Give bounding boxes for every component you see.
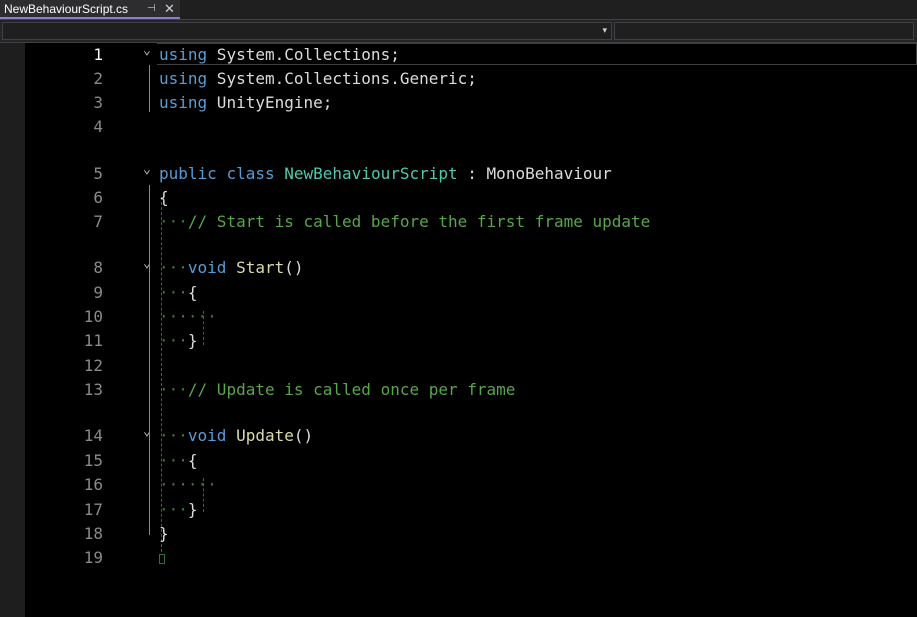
- whitespace-marker: ···: [159, 426, 188, 445]
- code-editor[interactable]: 1 ⌄ 2 3 4 5 ⌄ 6 7 8 ⌄ 9 10 11 12 13 14 ⌄ 15 16 17 18 19 using …: [25, 43, 917, 617]
- end-of-file-marker: [159, 554, 165, 564]
- code-text: }: [187, 500, 198, 519]
- whitespace-marker: ······: [159, 475, 217, 494]
- member-dropdown[interactable]: [614, 22, 914, 40]
- keyword: void: [187, 258, 227, 277]
- selection-margin: [0, 43, 25, 617]
- type-dropdown[interactable]: ▾: [2, 22, 612, 40]
- comment: // Update is called once per frame: [187, 380, 516, 399]
- base-class-name: MonoBehaviour: [486, 164, 612, 183]
- line-number: 4: [93, 117, 103, 136]
- code-line: ···}: [25, 498, 917, 522]
- whitespace-marker: ···: [159, 331, 188, 350]
- class-name: NewBehaviourScript: [284, 164, 458, 183]
- code-text: {: [187, 283, 198, 302]
- code-text: (): [293, 426, 314, 445]
- code-text: }: [159, 524, 169, 543]
- method-name: Start: [226, 258, 285, 277]
- keyword: using: [159, 69, 208, 88]
- code-line: using UnityEngine;: [25, 91, 917, 115]
- code-line: ···// Update is called once per frame: [25, 378, 917, 402]
- code-line: public class NewBehaviourScript : MonoBe…: [25, 162, 917, 186]
- code-line: using System.Collections;: [25, 43, 917, 67]
- code-line: ···}: [25, 329, 917, 353]
- code-line: ···{: [25, 281, 917, 305]
- whitespace-marker: ······: [159, 307, 217, 326]
- code-text: (): [284, 258, 304, 277]
- method-name: Update: [226, 426, 294, 445]
- navigation-bar: ▾: [0, 20, 917, 43]
- whitespace-marker: ···: [159, 212, 188, 231]
- close-icon[interactable]: ✕: [164, 1, 175, 17]
- code-line: ···void Start(): [25, 256, 917, 280]
- code-text: System.Collections.Generic;: [207, 69, 477, 88]
- code-line: }: [25, 522, 917, 546]
- line-number: 19: [83, 548, 103, 567]
- code-text: {: [159, 188, 169, 207]
- keyword: public: [159, 164, 217, 183]
- whitespace-marker: ···: [159, 258, 188, 277]
- tab-title: NewBehaviourScript.cs: [4, 2, 129, 16]
- code-line: ···// Start is called before the first f…: [25, 210, 917, 234]
- whitespace-marker: ···: [159, 283, 188, 302]
- whitespace-marker: ···: [159, 500, 188, 519]
- line-number: 12: [83, 356, 103, 375]
- code-line: ······: [25, 305, 917, 329]
- code-line: using System.Collections.Generic;: [25, 67, 917, 91]
- keyword: using: [159, 93, 208, 112]
- code-line: {: [25, 186, 917, 210]
- keyword: using: [159, 45, 208, 64]
- code-text: UnityEngine;: [207, 93, 333, 112]
- keyword: class: [226, 164, 275, 183]
- code-text: System.Collections;: [207, 45, 400, 64]
- comment: // Start is called before the first fram…: [187, 212, 651, 231]
- code-line: ···{: [25, 449, 917, 473]
- code-text: }: [187, 331, 198, 350]
- whitespace-marker: ···: [159, 380, 188, 399]
- keyword: void: [187, 426, 227, 445]
- chevron-down-icon[interactable]: ▾: [602, 25, 607, 36]
- code-line: ······: [25, 473, 917, 497]
- code-text: :: [457, 164, 487, 183]
- document-tab-bar: NewBehaviourScript.cs ⊣ ✕: [0, 0, 917, 20]
- code-line: ···void Update(): [25, 424, 917, 448]
- document-tab[interactable]: NewBehaviourScript.cs ⊣ ✕: [0, 0, 180, 19]
- pin-icon[interactable]: ⊣: [147, 3, 156, 14]
- whitespace-marker: ···: [159, 451, 188, 470]
- code-text: {: [187, 451, 198, 470]
